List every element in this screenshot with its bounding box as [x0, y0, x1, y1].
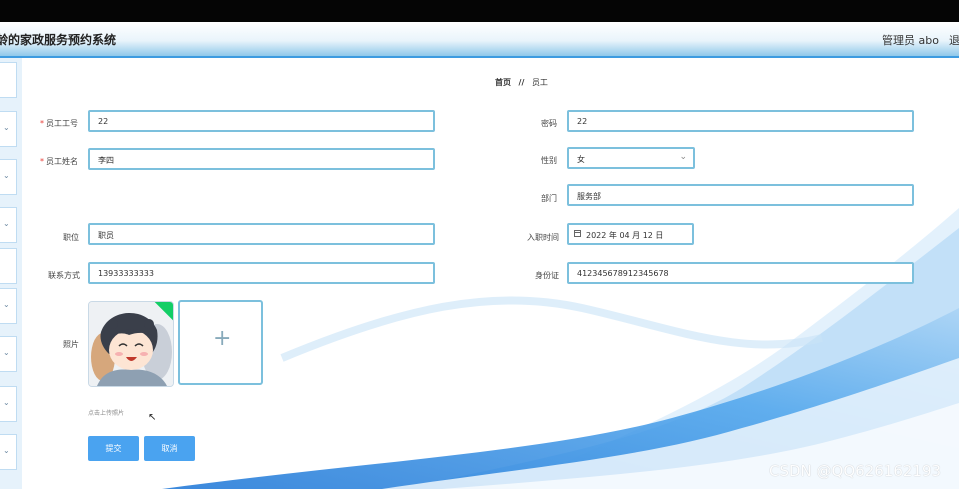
app-title: 龄的家政服务预约系统 [0, 33, 117, 47]
window-top-bar [0, 0, 959, 22]
photo-label: 照片 [63, 340, 79, 349]
employee-name-input[interactable]: 李四 [88, 148, 435, 170]
gender-label: 性别 [541, 156, 557, 165]
hire-date-label: 入职时间 [527, 233, 559, 242]
breadcrumb-home[interactable]: 首页 [495, 78, 511, 87]
breadcrumb-separator: // [518, 78, 525, 87]
phone-input[interactable]: 13933333333 [88, 262, 435, 284]
chevron-down-icon: ⌄ [3, 348, 10, 357]
chevron-down-icon: ⌄ [3, 219, 10, 228]
calendar-icon [574, 230, 581, 237]
sidebar-item[interactable]: ⌄ [0, 288, 17, 324]
chevron-down-icon: ⌄ [3, 171, 10, 180]
department-input[interactable]: 服务部 [567, 184, 914, 206]
chevron-down-icon: ⌄ [3, 123, 10, 132]
photo-upload-hint: 点击上传照片 [88, 410, 125, 417]
breadcrumb-current: 员工 [531, 78, 548, 87]
sidebar-item[interactable]: ⌄ [0, 434, 17, 470]
gender-select[interactable]: 女 ⌄ [567, 147, 695, 169]
position-label: 职位 [63, 233, 79, 242]
position-input[interactable]: 职员 [88, 223, 435, 245]
password-label: 密码 [541, 119, 557, 128]
password-input[interactable]: 22 [567, 110, 914, 132]
id-card-label: 身份证 [535, 271, 559, 280]
phone-label: 联系方式 [48, 271, 80, 280]
cancel-button[interactable]: 取消 [144, 436, 195, 461]
hire-date-picker[interactable]: 2022 年 04 月 12 日 [567, 223, 694, 245]
sidebar-item[interactable] [0, 62, 17, 98]
plus-icon: + [213, 326, 232, 351]
submit-button[interactable]: 提交 [88, 436, 139, 461]
employee-no-label: * 员工工号 [40, 119, 78, 128]
mouse-pointer-icon: ↖ [148, 412, 157, 423]
user-menu[interactable]: 管理员 abo [882, 32, 939, 48]
sidebar: ⌄ ⌄ ⌄ ⌄ ⌄ ⌄ ⌄ [0, 58, 22, 489]
sidebar-item[interactable]: ⌄ [0, 207, 17, 243]
chevron-down-icon: ⌄ [3, 446, 10, 455]
department-label: 部门 [541, 194, 557, 203]
chevron-down-icon: ⌄ [3, 398, 10, 407]
id-card-input[interactable]: 412345678912345678 [567, 262, 914, 284]
avatar-illustration [89, 302, 173, 386]
chevron-down-icon: ⌄ [679, 152, 687, 162]
photo-upload-button[interactable]: + [178, 300, 263, 385]
sidebar-item[interactable]: ⌄ [0, 386, 17, 422]
sidebar-item[interactable]: ⌄ [0, 111, 17, 147]
employee-name-label: * 员工姓名 [40, 157, 78, 166]
main-content: 首页 // 员工 * 员工工号 22 密码 22 * 员工姓名 李四 性别 女 ⌄ 部… [22, 58, 959, 489]
app-header: 龄的家政服务预约系统 管理员 abo 退 [0, 22, 959, 58]
sidebar-item[interactable]: ⌄ [0, 336, 17, 372]
uploaded-photo-thumbnail[interactable] [88, 301, 174, 387]
employee-no-input[interactable]: 22 [88, 110, 435, 132]
watermark: CSDN @QQ626162193 [769, 462, 942, 480]
chevron-down-icon: ⌄ [3, 300, 10, 309]
sidebar-item[interactable]: ⌄ [0, 159, 17, 195]
breadcrumb: 首页 // 员工 [495, 77, 548, 88]
logout-link[interactable]: 退 [949, 32, 959, 48]
sidebar-item[interactable] [0, 248, 17, 284]
